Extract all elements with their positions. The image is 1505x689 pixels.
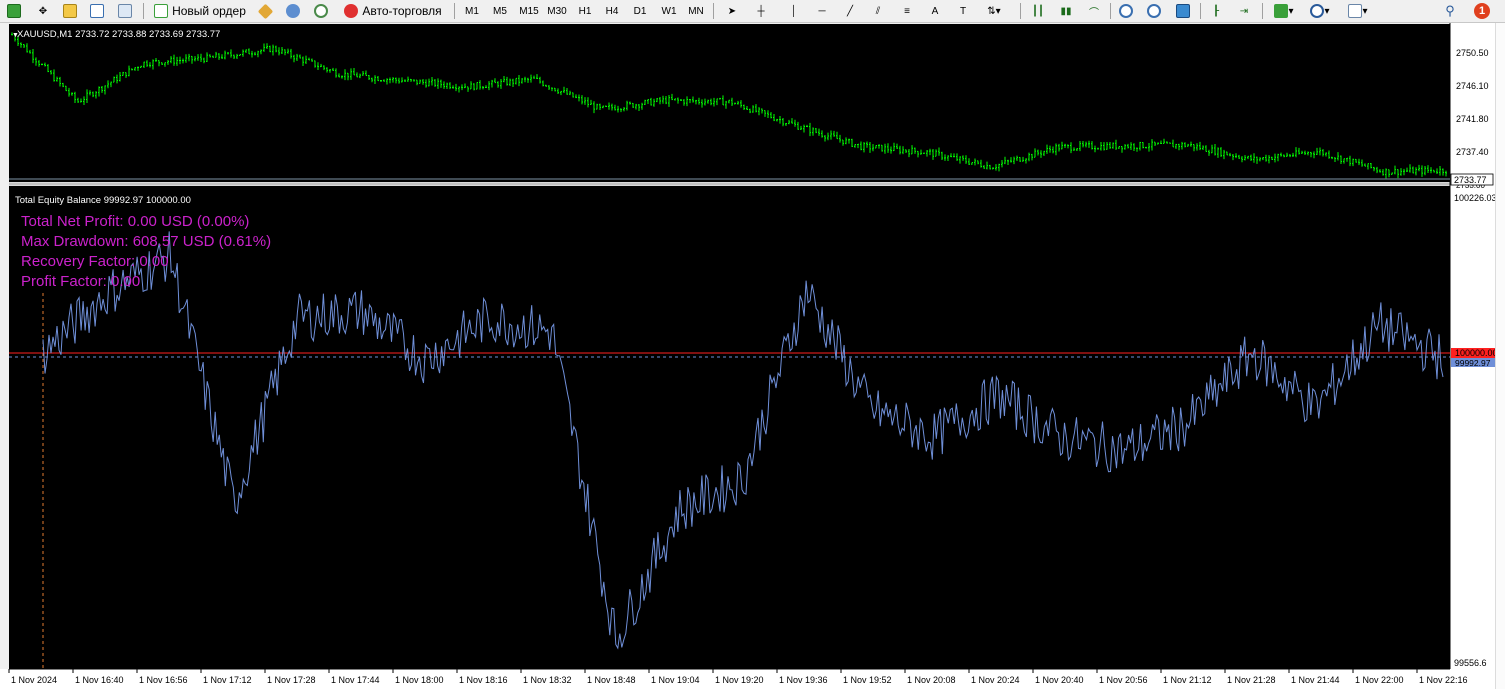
toolbar-separator (1262, 3, 1263, 19)
time-tick-label: 1 Nov 17:12 (203, 675, 252, 685)
timeframe-w1[interactable]: W1 (658, 2, 680, 20)
plus-document-icon (154, 4, 169, 18)
new-chart-icon[interactable] (4, 2, 24, 20)
main-toolbar: ✥ Новый ордер Авто-торговля M1 M5 M15 M3… (0, 0, 1505, 23)
users-icon[interactable] (283, 2, 303, 20)
toolbar-separator (143, 3, 144, 19)
time-tick-label: 1 Nov 22:16 (1419, 675, 1468, 685)
metaeditor-icon[interactable] (255, 2, 275, 20)
fibonacci-icon[interactable]: ≡ (897, 2, 917, 20)
zoom-in-icon[interactable] (1116, 2, 1136, 20)
search-icon[interactable]: ⚲ (1440, 2, 1460, 20)
bar-chart-icon[interactable]: ┃┃ (1028, 2, 1048, 20)
time-tick-label: 1 Nov 17:28 (267, 675, 316, 685)
autoscroll-icon[interactable]: ⇥ (1234, 2, 1254, 20)
time-tick-label: 1 Nov 16:40 (75, 675, 124, 685)
equity-tick-top: 100226.03 (1454, 193, 1495, 203)
time-tick-label: 1 Nov 20:08 (907, 675, 956, 685)
line-chart-icon[interactable]: ⌒ (1084, 2, 1104, 20)
trendline-icon[interactable]: ╱ (840, 2, 860, 20)
toolbar-separator (1110, 3, 1111, 19)
timeframe-m5[interactable]: M5 (489, 2, 511, 20)
new-order-button[interactable]: Новый ордер (150, 2, 250, 20)
stat-net-profit: Total Net Profit: 0.00 USD (0.00%) (21, 213, 249, 230)
text-label-icon[interactable]: T (953, 2, 973, 20)
time-tick-label: 1 Nov 19:36 (779, 675, 828, 685)
time-tick-label: 1 Nov 2024 (11, 675, 57, 685)
stat-max-drawdown: Max Drawdown: 608.57 USD (0.61%) (21, 233, 271, 250)
time-tick-label: 1 Nov 19:52 (843, 675, 892, 685)
price-tick: 2741.80 (1456, 114, 1489, 124)
price-tick: 2750.50 (1456, 48, 1489, 58)
toolbar-separator (713, 3, 714, 19)
folder-star-icon[interactable] (60, 2, 80, 20)
zoom-out-icon[interactable] (1144, 2, 1164, 20)
pane-collapse-arrow-icon[interactable]: ▼ (12, 32, 19, 39)
vertical-line-icon[interactable]: │ (784, 2, 804, 20)
timeframe-m15[interactable]: M15 (516, 2, 542, 20)
time-tick-label: 1 Nov 19:04 (651, 675, 700, 685)
notification-badge: 1 (1474, 3, 1490, 19)
price-pane-header: XAUUSD,M1 2733.72 2733.88 2733.69 2733.7… (17, 29, 220, 40)
equidistant-channel-icon[interactable]: ⫽ (868, 2, 888, 20)
text-icon[interactable]: A (925, 2, 945, 20)
time-tick-label: 1 Nov 18:00 (395, 675, 444, 685)
equity-pane-header: Total Equity Balance 99992.97 100000.00 (15, 195, 191, 206)
cursor-icon[interactable]: ➤ (722, 2, 742, 20)
crosshair-icon[interactable]: ┼ (751, 2, 771, 20)
equity-label: 99992.97 (1455, 358, 1491, 368)
candlestick-icon[interactable]: ▮▮ (1056, 2, 1076, 20)
toolbar-separator (1200, 3, 1201, 19)
time-tick-label: 1 Nov 22:00 (1355, 675, 1404, 685)
chart-shift-icon[interactable]: ┠ (1206, 2, 1226, 20)
tile-windows-icon[interactable] (1173, 2, 1193, 20)
price-tick: 2737.40 (1456, 147, 1489, 157)
horizontal-line-icon[interactable]: ─ (812, 2, 832, 20)
current-price-label: 2733.77 (1454, 175, 1487, 185)
timeframe-mn[interactable]: MN (685, 2, 707, 20)
balance-label: 100000.00 (1455, 348, 1495, 358)
timeframe-m30[interactable]: M30 (544, 2, 570, 20)
toolbar-separator (1020, 3, 1021, 19)
price-tick: 2746.10 (1456, 81, 1489, 91)
window-icon[interactable] (87, 2, 107, 20)
timeframe-m1[interactable]: M1 (461, 2, 483, 20)
time-tick-label: 1 Nov 18:16 (459, 675, 508, 685)
chart-window[interactable]: XAUUSD,M1 2733.72 2733.88 2733.69 2733.7… (0, 23, 1505, 689)
equity-pane-bg (9, 186, 1450, 669)
toolbar-separator (454, 3, 455, 19)
templates-icon[interactable]: ▾ (1343, 2, 1373, 20)
time-tick-label: 1 Nov 20:24 (971, 675, 1020, 685)
indicators-icon[interactable]: ▾ (1270, 2, 1298, 20)
arrows-icon[interactable]: ⇅▾ (984, 2, 1004, 20)
time-tick-label: 1 Nov 18:48 (587, 675, 636, 685)
new-order-label: Новый ордер (172, 4, 246, 18)
report-icon[interactable] (115, 2, 135, 20)
equity-tick-bottom: 99556.6 (1454, 658, 1487, 668)
time-tick-label: 1 Nov 18:32 (523, 675, 572, 685)
time-tick-label: 1 Nov 20:40 (1035, 675, 1084, 685)
notifications-button[interactable]: 1 (1472, 2, 1492, 20)
chart-canvas[interactable]: XAUUSD,M1 2733.72 2733.88 2733.69 2733.7… (0, 23, 1495, 689)
time-tick-label: 1 Nov 21:12 (1163, 675, 1212, 685)
autotrading-label: Авто-торговля (362, 4, 442, 18)
time-tick-label: 1 Nov 16:56 (139, 675, 188, 685)
vertical-scrollbar-strip[interactable] (1495, 23, 1505, 689)
stat-profit-factor: Profit Factor: 0.00 (21, 273, 140, 290)
periods-clock-icon[interactable]: ▾ (1306, 2, 1334, 20)
signal-icon[interactable] (311, 2, 331, 20)
time-tick-label: 1 Nov 17:44 (331, 675, 380, 685)
time-tick-label: 1 Nov 21:44 (1291, 675, 1340, 685)
timeframe-d1[interactable]: D1 (629, 2, 651, 20)
stat-recovery-factor: Recovery Factor: 0.00 (21, 253, 169, 270)
autotrading-icon (344, 4, 359, 18)
time-tick-label: 1 Nov 20:56 (1099, 675, 1148, 685)
time-tick-label: 1 Nov 21:28 (1227, 675, 1276, 685)
crosshair-move-icon[interactable]: ✥ (33, 2, 53, 20)
timeframe-h1[interactable]: H1 (574, 2, 596, 20)
time-tick-label: 1 Nov 19:20 (715, 675, 764, 685)
autotrading-button[interactable]: Авто-торговля (338, 2, 448, 20)
timeframe-h4[interactable]: H4 (601, 2, 623, 20)
